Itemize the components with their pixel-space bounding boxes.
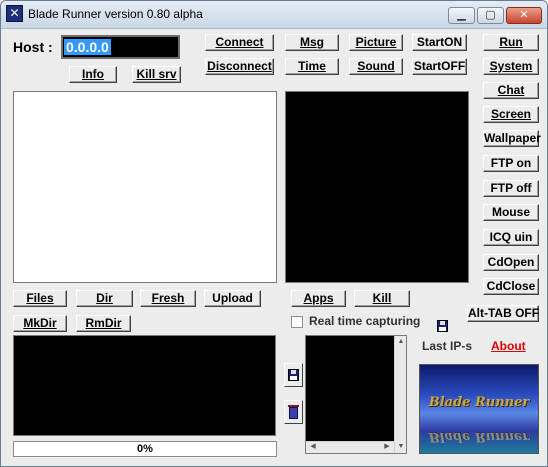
start-off-button[interactable]: StartOFF (412, 58, 467, 75)
output-panel[interactable] (13, 91, 277, 283)
last-ips-label: Last IP-s (422, 339, 473, 353)
apps-button[interactable]: Apps (291, 290, 346, 307)
dir-button[interactable]: Dir (76, 290, 133, 307)
host-input[interactable]: 0.0.0.0 (61, 35, 180, 59)
minimize-button[interactable]: ▁ (448, 7, 475, 24)
title-bar[interactable]: ✕ Blade Runner version 0.80 alpha ▁ ▢ ✕ (1, 1, 547, 29)
realtime-capture-checkbox[interactable] (291, 316, 303, 328)
delete-file-button[interactable] (284, 400, 303, 424)
cd-open-button[interactable]: CdOpen (483, 254, 539, 271)
disconnect-button[interactable]: Disconnect (205, 58, 274, 75)
minimize-icon: ▁ (457, 9, 466, 21)
alt-tab-off-button[interactable]: Alt-TAB OFF (467, 305, 539, 322)
trash-icon (288, 405, 299, 419)
chat-button[interactable]: Chat (483, 82, 539, 99)
maximize-button[interactable]: ▢ (477, 7, 504, 24)
maximize-icon: ▢ (485, 9, 496, 21)
files-button[interactable]: Files (13, 290, 67, 307)
upload-button[interactable]: Upload (204, 290, 261, 307)
main-window: ✕ Blade Runner version 0.80 alpha ▁ ▢ ✕ … (0, 0, 548, 467)
picture-button[interactable]: Picture (349, 34, 403, 51)
apps-list-hscrollbar[interactable]: ◀ ▶ (306, 441, 394, 453)
info-button[interactable]: Info (69, 66, 117, 83)
fresh-button[interactable]: Fresh (140, 290, 196, 307)
blade-runner-logo: Blade Runner Blade Runner (419, 364, 539, 454)
scroll-down-icon[interactable]: ▼ (396, 442, 406, 452)
scroll-up-icon[interactable]: ▲ (396, 337, 406, 347)
apps-list-scrollbar[interactable]: ▲ ▼ (394, 336, 406, 453)
start-on-button[interactable]: StartON (412, 34, 467, 51)
scroll-left-icon[interactable]: ◀ (308, 442, 318, 452)
about-link[interactable]: About (491, 339, 526, 353)
save-file-button[interactable] (284, 363, 303, 387)
close-icon: ✕ (519, 9, 529, 21)
wallpaper-button[interactable]: Wallpaper (483, 130, 541, 147)
file-list-panel[interactable] (13, 335, 276, 436)
system-button[interactable]: System (483, 58, 539, 75)
window-title: Blade Runner version 0.80 alpha (28, 7, 203, 21)
host-input-value: 0.0.0.0 (64, 39, 111, 55)
rmdir-button[interactable]: RmDir (76, 315, 131, 332)
screen-preview-panel[interactable] (285, 91, 469, 283)
scroll-right-icon[interactable]: ▶ (382, 442, 392, 452)
floppy-icon (437, 320, 448, 332)
ftp-on-button[interactable]: FTP on (483, 155, 539, 172)
connect-button[interactable]: Connect (205, 34, 274, 51)
icq-uin-button[interactable]: ICQ uin (483, 229, 539, 246)
msg-button[interactable]: Msg (285, 34, 339, 51)
mouse-button[interactable]: Mouse (483, 204, 539, 221)
logo-title: Blade Runner (428, 395, 530, 410)
mkdir-button[interactable]: MkDir (13, 315, 67, 332)
floppy-icon (288, 369, 299, 381)
close-button[interactable]: ✕ (506, 7, 542, 24)
host-label: Host : (13, 39, 53, 55)
screen-button[interactable]: Screen (483, 106, 539, 123)
time-button[interactable]: Time (285, 58, 339, 75)
progress-bar: 0% (13, 441, 277, 457)
sound-button[interactable]: Sound (349, 58, 403, 75)
ftp-off-button[interactable]: FTP off (483, 180, 539, 197)
app-icon[interactable]: ✕ (6, 5, 23, 22)
apps-list-panel[interactable]: ▲ ▼ ◀ ▶ (305, 335, 407, 454)
kill-srv-button[interactable]: Kill srv (132, 66, 181, 83)
realtime-capture-label: Real time capturing (309, 314, 421, 328)
save-ips-button[interactable] (434, 315, 452, 337)
kill-button[interactable]: Kill (354, 290, 410, 307)
progress-text: 0% (137, 443, 153, 455)
logo-reflection: Blade Runner (428, 429, 530, 444)
cd-close-button[interactable]: CdClose (483, 278, 539, 295)
run-button[interactable]: Run (483, 34, 539, 51)
